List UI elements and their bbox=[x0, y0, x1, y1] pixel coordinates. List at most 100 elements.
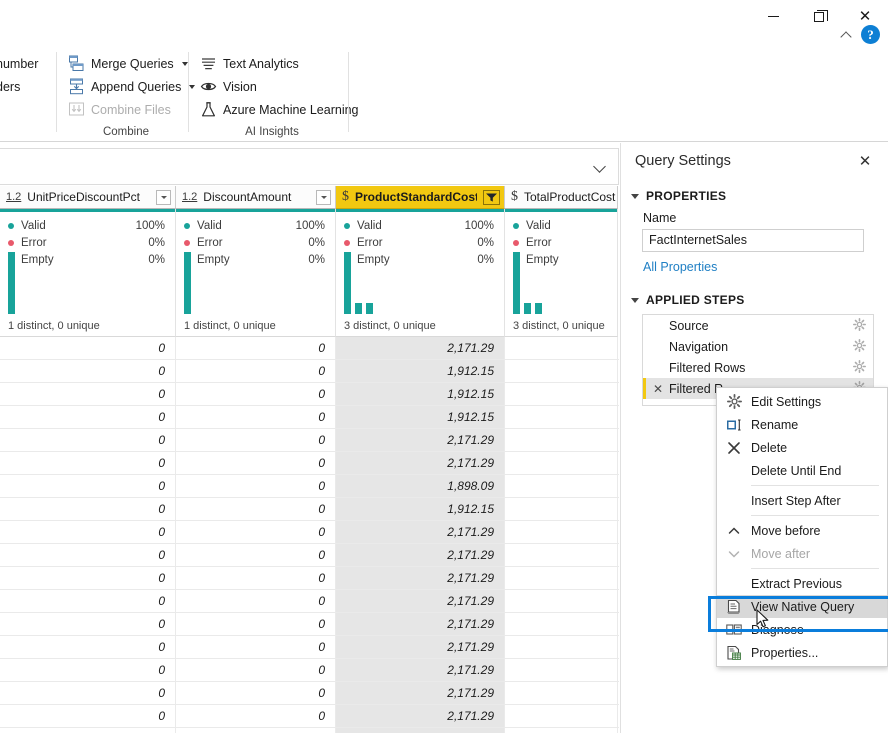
table-cell[interactable]: 2,171.29 bbox=[336, 659, 505, 681]
table-row[interactable]: 002,171.29 bbox=[0, 590, 619, 613]
gear-icon[interactable] bbox=[853, 317, 866, 331]
merge-queries-button[interactable]: Merge Queries bbox=[64, 52, 199, 75]
properties-section-header[interactable]: PROPERTIES bbox=[631, 189, 726, 203]
table-cell[interactable]: 2,171.29 bbox=[336, 521, 505, 543]
table-cell[interactable]: 0 bbox=[176, 590, 336, 612]
applied-step-1[interactable]: Navigation bbox=[643, 336, 873, 357]
menu-item-view-native-query[interactable]: View Native Query bbox=[717, 595, 887, 618]
table-cell[interactable]: 1,912.15 bbox=[336, 360, 505, 382]
table-cell[interactable] bbox=[505, 705, 618, 727]
table-row[interactable]: 002,171.29 bbox=[0, 659, 619, 682]
table-cell[interactable]: 0 bbox=[0, 337, 176, 359]
table-cell[interactable]: 0 bbox=[0, 452, 176, 474]
table-cell[interactable] bbox=[505, 337, 618, 359]
column-header-2[interactable]: $ ProductStandardCost bbox=[336, 186, 505, 209]
table-row[interactable]: 002,171.29 bbox=[0, 682, 619, 705]
azure-machine-learning-button[interactable]: Azure Machine Learning bbox=[196, 98, 363, 121]
table-row[interactable]: 0 0 1,898.09 bbox=[0, 475, 619, 498]
all-properties-link[interactable]: All Properties bbox=[643, 260, 717, 274]
table-cell[interactable]: 2,171.29 bbox=[336, 682, 505, 704]
menu-item-insert-step-after[interactable]: Insert Step After bbox=[717, 489, 887, 512]
table-cell[interactable] bbox=[505, 383, 618, 405]
table-cell[interactable] bbox=[505, 498, 618, 520]
table-row[interactable]: 002,171.29 bbox=[0, 429, 619, 452]
table-row[interactable]: 0 0 1,912.15 bbox=[0, 360, 619, 383]
gear-icon[interactable] bbox=[853, 359, 866, 373]
table-cell[interactable]: 0 bbox=[176, 728, 336, 733]
table-cell[interactable]: 1,912.15 bbox=[336, 383, 505, 405]
table-cell[interactable] bbox=[505, 406, 618, 428]
table-row[interactable]: 0 0 1,912.15 bbox=[0, 406, 619, 429]
table-row[interactable]: 002,171.29 bbox=[0, 728, 619, 733]
menu-item-properties[interactable]: Properties... bbox=[717, 641, 887, 664]
column-dropdown-button[interactable] bbox=[316, 189, 331, 205]
delete-step-icon[interactable]: ✕ bbox=[651, 382, 665, 396]
step-settings-gear[interactable] bbox=[853, 317, 873, 334]
table-cell[interactable]: 0 bbox=[0, 498, 176, 520]
table-row[interactable]: 0 0 1,912.15 bbox=[0, 383, 619, 406]
table-cell[interactable]: 2,171.29 bbox=[336, 567, 505, 589]
menu-item-diagnose[interactable]: Diagnose bbox=[717, 618, 887, 641]
append-queries-button[interactable]: Append Queries bbox=[64, 75, 199, 98]
table-row[interactable]: 002,171.29 bbox=[0, 567, 619, 590]
menu-item-delete[interactable]: Delete bbox=[717, 436, 887, 459]
formula-bar[interactable] bbox=[0, 148, 619, 185]
applied-steps-section-header[interactable]: APPLIED STEPS bbox=[631, 293, 745, 307]
column-dropdown-button[interactable] bbox=[156, 189, 171, 205]
table-cell[interactable]: 2,171.29 bbox=[336, 452, 505, 474]
table-cell[interactable] bbox=[505, 682, 618, 704]
table-row[interactable]: 002,171.29 bbox=[0, 636, 619, 659]
table-row[interactable]: 0 0 1,912.15 bbox=[0, 498, 619, 521]
table-cell[interactable]: 2,171.29 bbox=[336, 705, 505, 727]
table-cell[interactable]: 0 bbox=[176, 636, 336, 658]
table-cell[interactable]: 0 bbox=[176, 567, 336, 589]
table-row[interactable]: 002,171.29 bbox=[0, 544, 619, 567]
table-cell[interactable] bbox=[505, 613, 618, 635]
table-cell[interactable]: 0 bbox=[0, 682, 176, 704]
table-cell[interactable] bbox=[505, 429, 618, 451]
table-cell[interactable]: 0 bbox=[176, 544, 336, 566]
ribbon-truncated-item-1[interactable]: ders bbox=[0, 75, 42, 98]
table-cell[interactable]: 0 bbox=[0, 636, 176, 658]
table-row[interactable]: 002,171.29 bbox=[0, 337, 619, 360]
table-cell[interactable] bbox=[505, 452, 618, 474]
gear-icon[interactable] bbox=[853, 338, 866, 352]
table-cell[interactable] bbox=[505, 590, 618, 612]
table-row[interactable]: 002,171.29 bbox=[0, 521, 619, 544]
table-cell[interactable]: 2,171.29 bbox=[336, 590, 505, 612]
table-cell[interactable]: 0 bbox=[0, 705, 176, 727]
column-header-0[interactable]: 1.2 UnitPriceDiscountPct bbox=[0, 186, 176, 209]
table-cell[interactable]: 2,171.29 bbox=[336, 429, 505, 451]
table-cell[interactable]: 0 bbox=[0, 590, 176, 612]
table-cell[interactable] bbox=[505, 360, 618, 382]
step-settings-gear[interactable] bbox=[853, 338, 873, 355]
restore-button[interactable] bbox=[796, 0, 842, 33]
chevron-down-icon[interactable] bbox=[593, 160, 606, 173]
table-cell[interactable]: 0 bbox=[0, 383, 176, 405]
table-cell[interactable]: 0 bbox=[0, 429, 176, 451]
help-icon[interactable]: ? bbox=[861, 25, 880, 44]
table-cell[interactable]: 0 bbox=[176, 383, 336, 405]
table-cell[interactable]: 2,171.29 bbox=[336, 337, 505, 359]
vision-button[interactable]: Vision bbox=[196, 75, 363, 98]
menu-item-edit-settings[interactable]: Edit Settings bbox=[717, 390, 887, 413]
table-cell[interactable] bbox=[505, 544, 618, 566]
table-cell[interactable]: 2,171.29 bbox=[336, 636, 505, 658]
table-cell[interactable]: 0 bbox=[0, 406, 176, 428]
table-cell[interactable]: 0 bbox=[176, 452, 336, 474]
table-cell[interactable]: 0 bbox=[176, 659, 336, 681]
column-filter-icon[interactable] bbox=[483, 189, 500, 205]
step-settings-gear[interactable] bbox=[853, 359, 873, 376]
table-cell[interactable] bbox=[505, 567, 618, 589]
collapse-ribbon-icon[interactable] bbox=[840, 28, 853, 41]
table-cell[interactable]: 2,171.29 bbox=[336, 728, 505, 733]
applied-step-2[interactable]: Filtered Rows bbox=[643, 357, 873, 378]
menu-item-delete-until-end[interactable]: Delete Until End bbox=[717, 459, 887, 482]
text-analytics-button[interactable]: Text Analytics bbox=[196, 52, 363, 75]
table-cell[interactable]: 0 bbox=[0, 567, 176, 589]
table-row[interactable]: 002,171.29 bbox=[0, 613, 619, 636]
table-cell[interactable]: 0 bbox=[0, 544, 176, 566]
table-cell[interactable]: 0 bbox=[176, 705, 336, 727]
table-cell[interactable] bbox=[505, 728, 618, 733]
table-cell[interactable] bbox=[505, 636, 618, 658]
